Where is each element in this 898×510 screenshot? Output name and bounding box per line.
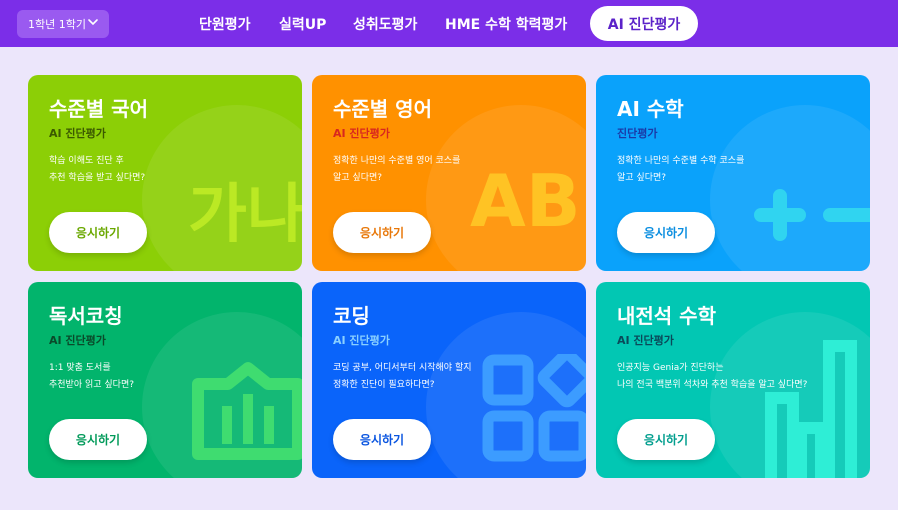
card-desc-line1: 정확한 나만의 수준별 수학 코스를 — [617, 156, 745, 166]
card-title: 수준별 국어 — [49, 97, 148, 121]
take-test-button[interactable]: 응시하기 — [49, 212, 147, 253]
nav-skill-up[interactable]: 실력UP — [279, 14, 326, 34]
card-desc-line1: 코딩 공부, 어디서부터 시작해야 할지 — [333, 363, 472, 373]
take-test-button[interactable]: 응시하기 — [49, 419, 147, 460]
card-desc-line2: 추천받아 읽고 싶다면? — [49, 380, 135, 390]
card-desc-line2: 나의 전국 백분위 석차와 추천 학습을 알고 싶다면? — [617, 380, 808, 390]
card-title: 내전석 수학 — [617, 304, 716, 328]
card-title: AI 수학 — [617, 97, 684, 121]
card-reading-coaching[interactable]: 독서코칭 AI 진단평가 1:1 맞춤 도서를 추천받아 읽고 싶다면? 응시하… — [28, 282, 302, 478]
card-desc-line1: 학습 이해도 진단 후 — [49, 156, 124, 166]
card-subtitle: AI 진단평가 — [49, 127, 106, 140]
bar-graph-icon — [765, 340, 857, 478]
nav-achievement-test[interactable]: 성취도평가 — [353, 14, 417, 34]
card-description: 1:1 맞춤 도서를 추천받아 읽고 싶다면? — [49, 360, 134, 394]
card-subtitle: AI 진단평가 — [333, 127, 390, 140]
take-test-button[interactable]: 응시하기 — [333, 212, 431, 253]
blocks-icon — [482, 354, 586, 462]
nav-ai-diagnosis-active[interactable]: AI 진단평가 — [590, 6, 698, 41]
card-ai-math[interactable]: AI 수학 진단평가 정확한 나만의 수준별 수학 코스를 알고 싶다면? 응시… — [596, 75, 870, 271]
card-title: 독서코칭 — [49, 304, 123, 328]
card-desc-line2: 알고 싶다면? — [617, 173, 667, 183]
card-desc-line2: 알고 싶다면? — [333, 173, 383, 183]
card-description: 정확한 나만의 수준별 영어 코스를 알고 싶다면? — [333, 153, 460, 187]
take-test-button[interactable]: 응시하기 — [333, 419, 431, 460]
korean-letters-decoration: 가나 — [188, 178, 302, 252]
english-letters-decoration: AB — [470, 159, 581, 243]
card-description: 인공지능 Genia가 진단하는 나의 전국 백분위 석차와 추천 학습을 알고… — [617, 360, 807, 394]
card-description: 학습 이해도 진단 후 추천 학습을 받고 싶다면? — [49, 153, 145, 187]
card-math-ranking[interactable]: 내전석 수학 AI 진단평가 인공지능 Genia가 진단하는 나의 전국 백분… — [596, 282, 870, 478]
card-description: 코딩 공부, 어디서부터 시작해야 할지 정확한 진단이 필요하다면? — [333, 360, 472, 394]
chevron-down-icon — [88, 19, 98, 26]
card-coding[interactable]: 코딩 AI 진단평가 코딩 공부, 어디서부터 시작해야 할지 정확한 진단이 … — [312, 282, 586, 478]
grade-semester-select[interactable]: 1학년 1학기 — [17, 10, 109, 38]
top-navigation-bar: 1학년 1학기 단원평가 실력UP 성취도평가 HME 수학 학력평가 AI 진… — [0, 0, 898, 47]
card-korean[interactable]: 가나 수준별 국어 AI 진단평가 학습 이해도 진단 후 추천 학습을 받고 … — [28, 75, 302, 271]
card-title: 수준별 영어 — [333, 97, 432, 121]
card-title: 코딩 — [333, 304, 370, 328]
nav-hme-math[interactable]: HME 수학 학력평가 — [445, 14, 567, 34]
card-subtitle: AI 진단평가 — [333, 334, 390, 347]
card-subtitle: 진단평가 — [617, 127, 658, 140]
card-english[interactable]: AB 수준별 영어 AI 진단평가 정확한 나만의 수준별 영어 코스를 알고 … — [312, 75, 586, 271]
card-desc-line2: 정확한 진단이 필요하다면? — [333, 380, 435, 390]
book-icon — [192, 362, 302, 460]
card-subtitle: AI 진단평가 — [617, 334, 674, 347]
card-description: 정확한 나만의 수준별 수학 코스를 알고 싶다면? — [617, 153, 744, 187]
plus-minus-icon — [754, 189, 870, 241]
grade-select-label: 1학년 1학기 — [28, 18, 86, 31]
take-test-button[interactable]: 응시하기 — [617, 212, 715, 253]
card-desc-line1: 정확한 나만의 수준별 영어 코스를 — [333, 156, 461, 166]
card-subtitle: AI 진단평가 — [49, 334, 106, 347]
card-desc-line1: 1:1 맞춤 도서를 — [49, 363, 111, 373]
card-desc-line1: 인공지능 Genia가 진단하는 — [617, 363, 724, 373]
card-desc-line2: 추천 학습을 받고 싶다면? — [49, 173, 146, 183]
nav-unit-test[interactable]: 단원평가 — [199, 14, 251, 34]
take-test-button[interactable]: 응시하기 — [617, 419, 715, 460]
